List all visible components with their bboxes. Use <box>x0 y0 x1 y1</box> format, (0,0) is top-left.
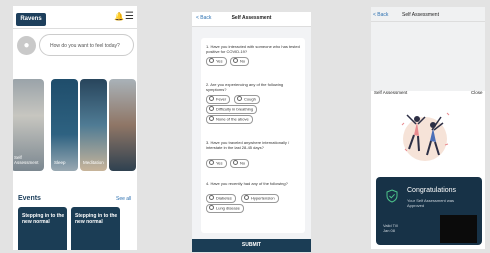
option-label: No <box>240 58 246 64</box>
back-button[interactable]: < Back <box>373 12 388 18</box>
valid-date: Jan 08 <box>383 228 396 233</box>
radio-icon <box>233 160 238 165</box>
tile-label: Meditation <box>83 160 104 165</box>
option-diabetes[interactable]: Diabetes <box>206 194 236 203</box>
mood-search-input[interactable]: How do you want to feel today? <box>39 34 134 56</box>
question-card: 1. Have you interacted with someone who … <box>201 38 305 233</box>
option-label: None of the above <box>216 116 249 122</box>
app-logo: Ravens <box>16 13 46 26</box>
shield-check-icon <box>386 189 398 203</box>
option-label: Cough <box>244 96 256 102</box>
option-yes[interactable]: Yes <box>206 159 227 168</box>
radio-icon <box>233 58 238 63</box>
result-description: Your Self Assessment was Approved <box>407 198 454 208</box>
radio-icon <box>209 195 214 200</box>
result-title: Congratulations <box>407 187 457 194</box>
back-button[interactable]: < Back <box>196 15 211 21</box>
question-text: 1. Have you interacted with someone who … <box>206 44 300 54</box>
tile-self-assessment[interactable]: Self Assessment <box>13 79 44 171</box>
tile-label: Self Assessment <box>14 155 39 165</box>
question-text: 3. Have you traveled anywhere internatio… <box>206 140 290 150</box>
tile-label: Sleep <box>54 160 66 165</box>
result-screen: < Back Self Assessment Self Assessment C… <box>371 7 485 249</box>
header: Self Assessment < Back <box>192 12 311 27</box>
menu-icon[interactable]: ☰ <box>125 12 134 22</box>
radio-icon <box>237 96 242 101</box>
event-title: Stepping in to the new normal <box>75 213 118 225</box>
header-divider <box>13 28 137 29</box>
option-label: Yes <box>216 160 223 166</box>
option-label: Diabetes <box>216 195 232 201</box>
option-label: No <box>240 160 246 166</box>
option-label: Hypertension <box>251 195 275 201</box>
event-title: Stepping in to the new normal <box>22 213 65 225</box>
close-button[interactable]: Close <box>471 90 483 95</box>
radio-icon <box>209 106 214 111</box>
page-title: Self Assessment <box>402 12 439 18</box>
home-screen: Ravens 🔔 ☰ ● How do you want to feel tod… <box>13 6 137 250</box>
tile-sleep[interactable]: Sleep <box>51 79 78 171</box>
option-breathing[interactable]: Difficulty in breathing <box>206 105 258 114</box>
celebration-illustration <box>401 112 450 161</box>
radio-icon <box>209 58 214 63</box>
radio-icon <box>244 195 249 200</box>
question-text: 2. Are you experiencing any of the follo… <box>206 82 284 92</box>
radio-icon <box>209 96 214 101</box>
radio-icon <box>209 205 214 210</box>
option-label: Yes <box>216 58 223 64</box>
section-title: Events <box>18 195 41 202</box>
qr-code <box>440 215 477 243</box>
radio-icon <box>209 160 214 165</box>
result-card: Congratulations Your Self Assessment was… <box>376 177 482 245</box>
assessment-screen: Self Assessment < Back 1. Have you inter… <box>192 12 311 252</box>
option-label: Fever <box>216 96 227 102</box>
option-yes[interactable]: Yes <box>206 57 227 66</box>
option-fever[interactable]: Fever <box>206 95 231 104</box>
option-cough[interactable]: Cough <box>234 95 260 104</box>
option-no[interactable]: No <box>230 159 250 168</box>
header-divider <box>371 21 485 22</box>
event-card[interactable]: Stepping in to the new normal <box>18 207 67 250</box>
avatar[interactable]: ● <box>17 36 36 55</box>
question-text: 4. Have you recently had any of the foll… <box>206 181 288 186</box>
option-no[interactable]: No <box>230 57 250 66</box>
tile-extra[interactable] <box>109 79 136 171</box>
option-label: Difficulty in breathing <box>216 106 254 112</box>
radio-icon <box>209 116 214 121</box>
submit-button[interactable]: SUBMIT <box>192 239 311 252</box>
see-all-link[interactable]: See all <box>116 196 131 202</box>
tile-meditation[interactable]: Meditation <box>80 79 107 171</box>
event-card[interactable]: Stepping in to the new normal <box>71 207 120 250</box>
option-lung-disease[interactable]: Lung disease <box>206 204 244 213</box>
sheet-title: Self Assessment <box>374 90 408 95</box>
option-none[interactable]: None of the above <box>206 115 253 124</box>
valid-till: Valid Till Jan 08 <box>383 223 398 233</box>
bell-icon[interactable]: 🔔 <box>114 12 124 21</box>
option-hypertension[interactable]: Hypertension <box>241 194 279 203</box>
option-label: Lung disease <box>216 205 240 211</box>
dimmed-background <box>371 7 485 91</box>
